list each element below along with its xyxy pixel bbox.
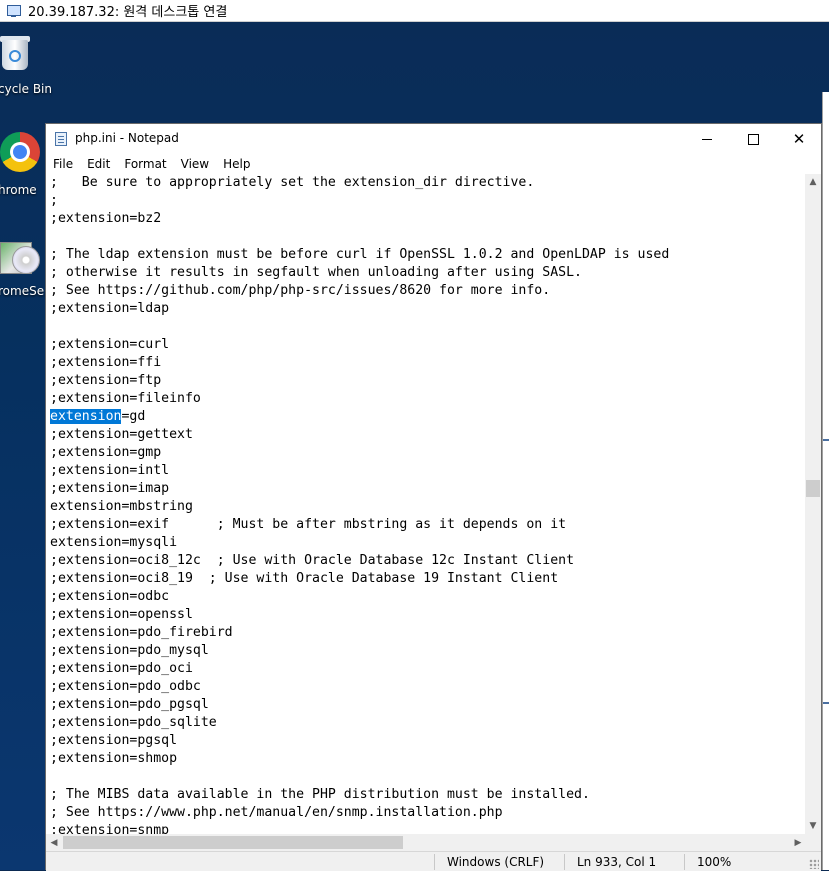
scroll-left-icon[interactable]: ◀ (46, 834, 62, 851)
menu-format[interactable]: Format (117, 157, 173, 171)
remote-desktop-titlebar[interactable]: 20.39.187.32: 원격 데스크톱 연결 (0, 0, 829, 22)
notepad-window: php.ini - Notepad ✕ File Edit Format Vie… (45, 123, 822, 871)
minimize-icon (702, 138, 712, 140)
scrollbar-corner (805, 834, 821, 851)
vertical-scroll-thumb[interactable] (806, 480, 820, 497)
scroll-down-icon[interactable]: ▼ (805, 818, 821, 834)
horizontal-scroll-thumb[interactable] (63, 836, 403, 849)
selected-text: extension (50, 409, 122, 424)
recycle-bin-icon[interactable] (0, 34, 34, 72)
content-before-selection: ; Be sure to appropriately set the exten… (50, 175, 670, 406)
scroll-right-icon[interactable]: ▶ (790, 834, 806, 851)
menu-help[interactable]: Help (216, 157, 257, 171)
text-editor-area[interactable]: ; Be sure to appropriately set the exten… (46, 174, 806, 834)
file-content[interactable]: ; Be sure to appropriately set the exten… (50, 174, 669, 834)
window-title: php.ini - Notepad (75, 131, 179, 145)
menu-bar: File Edit Format View Help (46, 154, 821, 174)
horizontal-scrollbar[interactable]: ◀ ▶ (46, 834, 806, 851)
content-after-selection: ;extension=gettext ;extension=gmp ;exten… (50, 427, 590, 834)
chrome-label[interactable]: hrome (0, 183, 37, 197)
maximize-button[interactable] (730, 124, 776, 154)
vertical-scrollbar[interactable]: ▲ ▼ (805, 174, 821, 834)
recycle-bin-label[interactable]: cycle Bin (0, 82, 52, 96)
notepad-app-icon (55, 132, 67, 146)
status-encoding: Windows (CRLF) (434, 854, 565, 870)
chrome-setup-icon[interactable] (0, 232, 40, 276)
maximize-icon (747, 133, 759, 145)
status-cursor-position: Ln 933, Col 1 (564, 854, 681, 870)
menu-file[interactable]: File (46, 157, 80, 171)
status-zoom: 100% (684, 854, 757, 870)
menu-view[interactable]: View (174, 157, 216, 171)
status-bar: Windows (CRLF) Ln 933, Col 1 100% (46, 851, 821, 871)
minimize-button[interactable] (684, 124, 730, 154)
notepad-titlebar[interactable]: php.ini - Notepad ✕ (46, 124, 821, 154)
resize-grip-icon[interactable] (809, 859, 819, 869)
menu-edit[interactable]: Edit (80, 157, 117, 171)
close-button[interactable]: ✕ (776, 124, 822, 154)
close-icon: ✕ (792, 130, 806, 148)
chrome-icon[interactable] (0, 132, 40, 172)
remote-desktop-icon (6, 4, 22, 18)
content-after-selection-inline: =gd (121, 409, 146, 424)
background-window-fragment (822, 92, 829, 870)
scroll-up-icon[interactable]: ▲ (805, 174, 821, 190)
remote-desktop-title: 20.39.187.32: 원격 데스크톱 연결 (28, 5, 228, 20)
